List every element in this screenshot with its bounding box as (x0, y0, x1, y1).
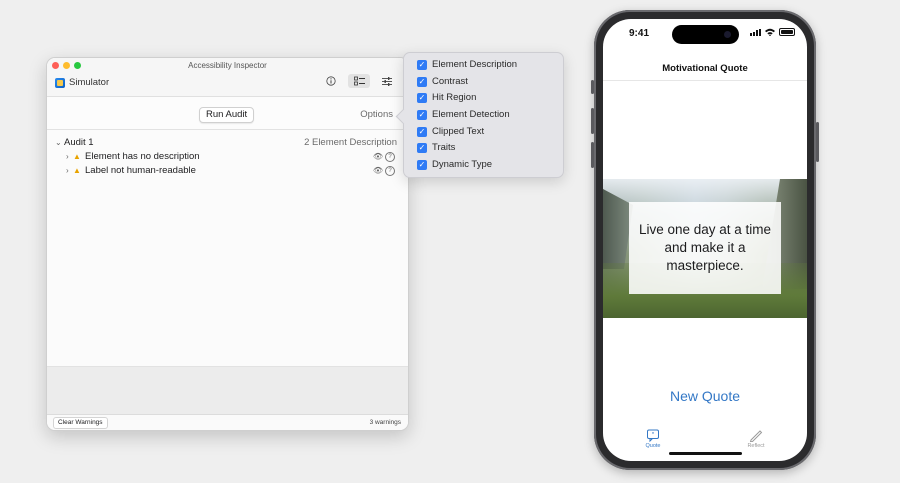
clear-warnings-button[interactable]: Clear Warnings (53, 417, 108, 429)
inspection-button[interactable] (320, 74, 342, 88)
cellular-signal-icon (750, 28, 761, 36)
issue-actions: 👁 ? (373, 164, 395, 178)
checkbox-checked-icon[interactable]: ✓ (417, 126, 427, 137)
checkbox-checked-icon[interactable]: ✓ (417, 76, 427, 87)
list-item[interactable]: › ▲ Label not human-readable 👁 ? (47, 164, 408, 178)
checkbox-checked-icon[interactable]: ✓ (417, 92, 427, 103)
volume-up-button (591, 108, 594, 134)
audit-count-label: 2 Element Description (304, 137, 397, 148)
warning-icon: ▲ (73, 166, 81, 175)
new-quote-button[interactable]: New Quote (603, 388, 807, 404)
chevron-right-icon[interactable]: › (66, 164, 69, 178)
option-traits[interactable]: ✓ Traits (417, 142, 455, 153)
checkbox-checked-icon[interactable]: ✓ (417, 59, 427, 70)
issue-actions: 👁 ? (373, 150, 395, 164)
run-audit-button[interactable]: Run Audit (199, 107, 255, 123)
window-title: Accessibility Inspector (188, 61, 267, 70)
audit-label: Audit 1 (64, 137, 94, 148)
help-icon[interactable]: ? (385, 166, 395, 176)
checkbox-checked-icon[interactable]: ✓ (417, 159, 427, 170)
checkbox-checked-icon[interactable]: ✓ (417, 142, 427, 153)
target-label: Simulator (69, 77, 110, 88)
status-footer: Clear Warnings 3 warnings (47, 414, 408, 430)
help-icon[interactable]: ? (385, 152, 395, 162)
settings-icon (382, 77, 392, 86)
quote-text: Live one day at a time and make it a mas… (629, 202, 781, 294)
target-selector[interactable]: Simulator (55, 77, 109, 88)
svg-text:": " (652, 432, 655, 439)
eye-icon[interactable]: 👁 (373, 164, 383, 178)
option-label: Element Description (432, 59, 518, 70)
option-dynamic-type[interactable]: ✓ Dynamic Type (417, 159, 492, 170)
audit-button[interactable] (348, 74, 370, 88)
option-contrast[interactable]: ✓ Contrast (417, 76, 468, 87)
status-icons (750, 28, 795, 36)
option-element-description[interactable]: ✓ Element Description (417, 59, 517, 70)
checkbox-checked-icon[interactable]: ✓ (417, 109, 427, 120)
tab-quote[interactable]: " Quote (623, 429, 683, 449)
dynamic-island (672, 25, 739, 44)
option-clipped-text[interactable]: ✓ Clipped Text (417, 126, 484, 137)
phone-screen: 9:41 Motivational Quote Live one day at … (603, 19, 807, 461)
audit-group-row[interactable]: ⌄ Audit 1 2 Element Description (47, 136, 408, 150)
option-label: Traits (432, 142, 456, 153)
option-label: Element Detection (432, 109, 510, 120)
tab-label: Reflect (747, 443, 765, 449)
title-bar: Accessibility Inspector Simulator (47, 58, 408, 97)
side-button (816, 122, 819, 162)
option-hit-region[interactable]: ✓ Hit Region (417, 92, 476, 103)
accessibility-inspector-window: Accessibility Inspector Simulator Run Au… (46, 57, 409, 431)
tab-label: Quote (645, 443, 661, 449)
option-element-detection[interactable]: ✓ Element Detection (417, 109, 510, 120)
warning-icon: ▲ (73, 152, 81, 161)
audit-results-list: ⌄ Audit 1 2 Element Description › ▲ Elem… (47, 136, 408, 178)
audit-icon (353, 76, 365, 86)
wifi-icon (765, 28, 775, 36)
audit-controls: Run Audit Options (47, 97, 408, 130)
home-indicator[interactable] (669, 452, 742, 455)
battery-icon (779, 28, 795, 36)
simulator-icon (55, 77, 65, 88)
list-item[interactable]: › ▲ Element has no description 👁 ? (47, 150, 408, 164)
nav-title: Motivational Quote (662, 63, 748, 74)
info-icon (326, 76, 336, 86)
option-label: Clipped Text (432, 126, 485, 137)
toolbar (320, 74, 398, 88)
options-popover: ✓ Element Description ✓ Contrast ✓ Hit R… (403, 52, 564, 178)
option-label: Contrast (432, 76, 468, 87)
option-label: Dynamic Type (432, 159, 493, 170)
issue-label: Element has no description (85, 151, 200, 162)
pencil-icon (749, 430, 763, 442)
nav-divider (603, 80, 807, 81)
iphone-simulator: 9:41 Motivational Quote Live one day at … (591, 10, 819, 470)
status-time: 9:41 (629, 28, 650, 39)
quote-background-image: Live one day at a time and make it a mas… (603, 179, 807, 318)
issue-label: Label not human-readable (85, 165, 196, 176)
warnings-count: 3 warnings (369, 419, 401, 426)
chevron-right-icon[interactable]: › (66, 150, 69, 164)
eye-icon[interactable]: 👁 (373, 150, 383, 164)
quote-bubble-icon: " (647, 429, 659, 442)
settings-button[interactable] (376, 74, 398, 88)
tab-bar: " Quote Reflect (603, 425, 807, 461)
tab-reflect[interactable]: Reflect (726, 429, 786, 449)
options-button[interactable]: Options (360, 109, 393, 120)
volume-down-button (591, 142, 594, 168)
option-label: Hit Region (432, 92, 477, 103)
detail-pane (47, 366, 408, 415)
action-button (591, 80, 594, 94)
chevron-down-icon[interactable]: ⌄ (55, 136, 62, 150)
